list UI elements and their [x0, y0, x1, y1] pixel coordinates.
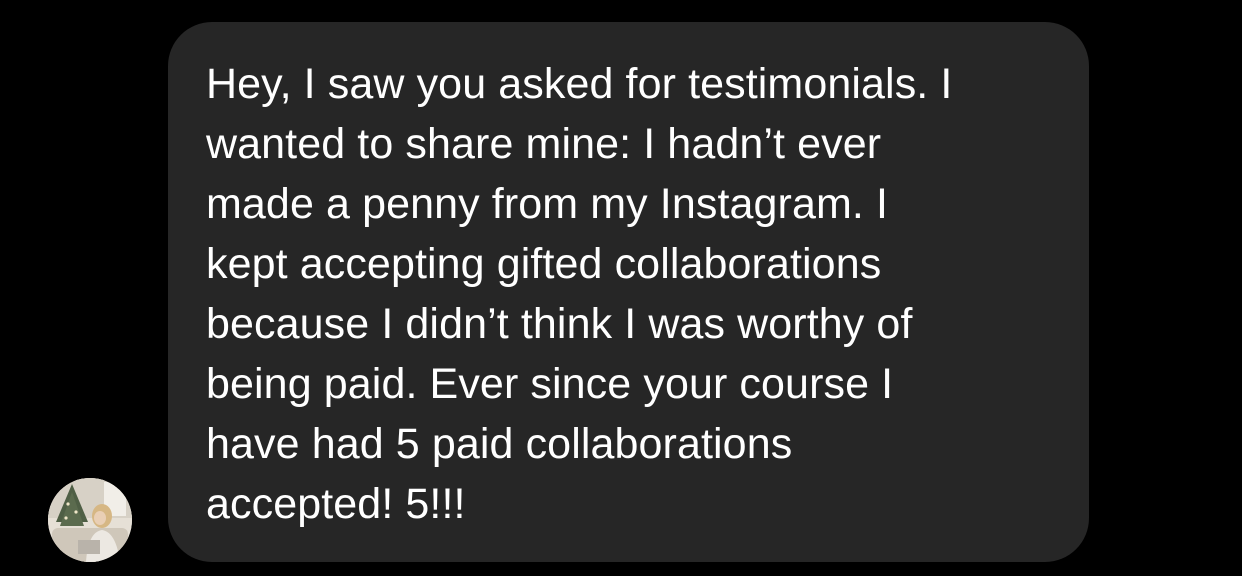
sender-avatar[interactable] [48, 478, 132, 562]
message-bubble[interactable]: Hey, I saw you asked for testimonials. I… [168, 22, 1089, 562]
message-text: Hey, I saw you asked for testimonials. I… [206, 60, 953, 528]
avatar-photo [48, 478, 132, 562]
